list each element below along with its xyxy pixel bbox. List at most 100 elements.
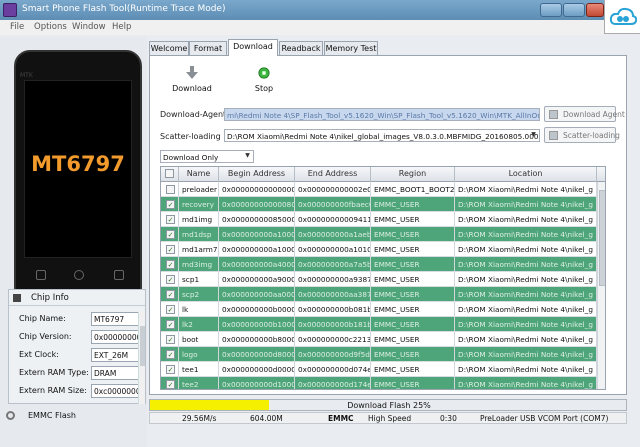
title-bar[interactable]: Smart Phone Flash Tool(Runtime Trace Mod…	[0, 0, 640, 20]
ram-type-label: Extern RAM Type:	[19, 368, 89, 377]
header-region[interactable]: Region	[371, 167, 455, 182]
row-checkbox[interactable]: ✓	[166, 200, 175, 209]
row-checkbox[interactable]: ✓	[166, 320, 175, 329]
chevron-down-icon[interactable]: ▼	[243, 152, 252, 161]
cell-location[interactable]: D:\ROM Xiaomi\Redmi Note 4\nikel_g	[455, 317, 597, 332]
menu-window[interactable]: Window	[72, 22, 106, 32]
download-agent-button[interactable]: Download Agent	[544, 106, 625, 122]
chip-info-scroll-thumb[interactable]	[140, 326, 145, 366]
row-checkbox[interactable]: ✓	[166, 365, 175, 374]
close-button[interactable]	[586, 3, 604, 17]
table-row[interactable]: ✓ md1arm70x000000000a1000000x000000000a10…	[161, 242, 597, 257]
menu-options[interactable]: Options	[34, 22, 67, 32]
cell-location[interactable]: D:\ROM Xiaomi\Redmi Note 4\nikel_g	[455, 227, 597, 242]
stop-circle-icon	[258, 67, 270, 79]
download-agent-label: Download-Agent	[160, 110, 227, 119]
row-checkbox[interactable]: ✓	[166, 275, 175, 284]
row-checkbox[interactable]: ✓	[166, 305, 175, 314]
header-begin-address[interactable]: Begin Address	[219, 167, 295, 182]
minimize-button[interactable]	[540, 3, 562, 17]
tab-download[interactable]: Download	[228, 39, 278, 56]
row-checkbox[interactable]: ✓	[166, 245, 175, 254]
header-location[interactable]: Location	[455, 167, 597, 182]
row-checkbox[interactable]	[166, 185, 175, 194]
table-row[interactable]: ✓ tee20x000000000d1000000x000000000d174e9…	[161, 377, 597, 389]
table-row[interactable]: ✓ lk0x000000000b0000000x000000000b081bffE…	[161, 302, 597, 317]
cell-end: 0x000000000b181bff	[295, 317, 371, 332]
cell-begin: 0x000000000d100000	[219, 377, 295, 389]
chip-name-value[interactable]: MT6797	[91, 312, 139, 326]
tab-format[interactable]: Format	[189, 41, 227, 56]
table-row[interactable]: ✓ lk20x000000000b1000000x000000000b181bff…	[161, 317, 597, 332]
stop-label: Stop	[254, 84, 274, 93]
table-row[interactable]: ✓ tee10x000000000d0000000x000000000d074e9…	[161, 362, 597, 377]
table-scroll-thumb[interactable]	[599, 190, 605, 286]
ext-clock-value[interactable]: EXT_26M	[91, 348, 139, 362]
scatter-loading-button-label: Scatter-loading	[563, 131, 620, 140]
header-select-all[interactable]	[161, 167, 179, 182]
cell-name: tee1	[179, 362, 219, 377]
cell-location[interactable]: D:\ROM Xiaomi\Redmi Note 4\nikel_g	[455, 257, 597, 272]
download-mode-select[interactable]: Download Only ▼	[160, 150, 254, 163]
select-all-checkbox[interactable]	[165, 169, 174, 178]
cell-location[interactable]: D:\ROM Xiaomi\Redmi Note 4\nikel_g	[455, 242, 597, 257]
flash-tool-window: Smart Phone Flash Tool(Runtime Trace Mod…	[0, 0, 640, 447]
table-row[interactable]: preloader0x00000000000000000x00000000000…	[161, 182, 597, 197]
download-agent-field[interactable]: mi\Redmi Note 4\SP_Flash_Tool_v5.1620_Wi…	[224, 108, 540, 121]
ram-size-value[interactable]: 0xc0000000	[91, 384, 139, 398]
table-row[interactable]: ✓ scp10x000000000a9000000x000000000a9387b…	[161, 272, 597, 287]
cell-name: md1arm7	[179, 242, 219, 257]
cell-begin: 0x000000000a400000	[219, 257, 295, 272]
ram-type-value[interactable]: DRAM	[91, 366, 139, 380]
header-end-address[interactable]: End Address	[295, 167, 371, 182]
cell-location[interactable]: D:\ROM Xiaomi\Redmi Note 4\nikel_g	[455, 362, 597, 377]
chip-version-value[interactable]: 0x00000000	[91, 330, 139, 344]
maximize-button[interactable]	[563, 3, 585, 17]
cell-location[interactable]: D:\ROM Xiaomi\Redmi Note 4\nikel_g	[455, 287, 597, 302]
chip-info-scrollbar[interactable]	[138, 312, 145, 404]
cell-location[interactable]: D:\ROM Xiaomi\Redmi Note 4\nikel_g	[455, 332, 597, 347]
row-checkbox[interactable]: ✓	[166, 335, 175, 344]
table-row[interactable]: ✓ recovery0x00000000000080000x000000000fb…	[161, 197, 597, 212]
table-row[interactable]: ✓ logo0x000000000d8000000x000000000d9f5d0…	[161, 347, 597, 362]
download-button[interactable]: Download	[172, 64, 212, 94]
stop-button[interactable]: Stop	[244, 64, 284, 94]
cell-location[interactable]: D:\ROM Xiaomi\Redmi Note 4\nikel_g	[455, 182, 597, 197]
tab-memory-test[interactable]: Memory Test	[324, 41, 378, 56]
download-label: Download	[172, 84, 212, 93]
table-row[interactable]: ✓ md3img0x000000000a4000000x000000000a7a5…	[161, 257, 597, 272]
header-name[interactable]: Name	[179, 167, 219, 182]
table-row[interactable]: ✓ scp20x000000000aa000000x000000000aa387b…	[161, 287, 597, 302]
menu-help[interactable]: Help	[112, 22, 131, 32]
cell-location[interactable]: D:\ROM Xiaomi\Redmi Note 4\nikel_g	[455, 197, 597, 212]
menu-file[interactable]: File	[10, 22, 24, 32]
tab-welcome[interactable]: Welcome	[149, 41, 189, 56]
row-checkbox[interactable]: ✓	[166, 230, 175, 239]
cell-begin: 0x0000000008500000	[219, 212, 295, 227]
row-checkbox[interactable]: ✓	[166, 290, 175, 299]
table-row[interactable]: ✓ md1dsp0x000000000a1000000x000000000a1ae…	[161, 227, 597, 242]
row-checkbox[interactable]: ✓	[166, 350, 175, 359]
cell-begin: 0x000000000a100000	[219, 242, 295, 257]
cell-location[interactable]: D:\ROM Xiaomi\Redmi Note 4\nikel_g	[455, 347, 597, 362]
cell-location[interactable]: D:\ROM Xiaomi\Redmi Note 4\nikel_g	[455, 212, 597, 227]
table-scrollbar[interactable]	[597, 182, 605, 389]
row-checkbox[interactable]: ✓	[166, 380, 175, 389]
cell-location[interactable]: D:\ROM Xiaomi\Redmi Note 4\nikel_g	[455, 377, 597, 389]
scatter-loading-button[interactable]: Scatter-loading	[544, 127, 620, 143]
tab-readback[interactable]: Readback	[279, 41, 323, 56]
table-row[interactable]: ✓ boot0x000000000b8000000x000000000c22139…	[161, 332, 597, 347]
row-checkbox-cell: ✓	[161, 272, 179, 287]
table-row[interactable]: ✓ md1img0x00000000085000000x0000000000941…	[161, 212, 597, 227]
cell-location[interactable]: D:\ROM Xiaomi\Redmi Note 4\nikel_g	[455, 302, 597, 317]
cell-end: 0x000000000c22139f	[295, 332, 371, 347]
row-checkbox-cell: ✓	[161, 332, 179, 347]
chevron-down-icon[interactable]: ▼	[529, 131, 538, 140]
phone-illustration: MTK MT6797	[14, 50, 142, 304]
cell-region: EMMC_USER	[371, 287, 455, 302]
row-checkbox[interactable]: ✓	[166, 215, 175, 224]
cell-end: 0x000000000b081bff	[295, 302, 371, 317]
cell-location[interactable]: D:\ROM Xiaomi\Redmi Note 4\nikel_g	[455, 272, 597, 287]
row-checkbox[interactable]: ✓	[166, 260, 175, 269]
scatter-file-combo[interactable]: D:\ROM Xiaomi\Redmi Note 4\nikel_global_…	[224, 129, 540, 142]
